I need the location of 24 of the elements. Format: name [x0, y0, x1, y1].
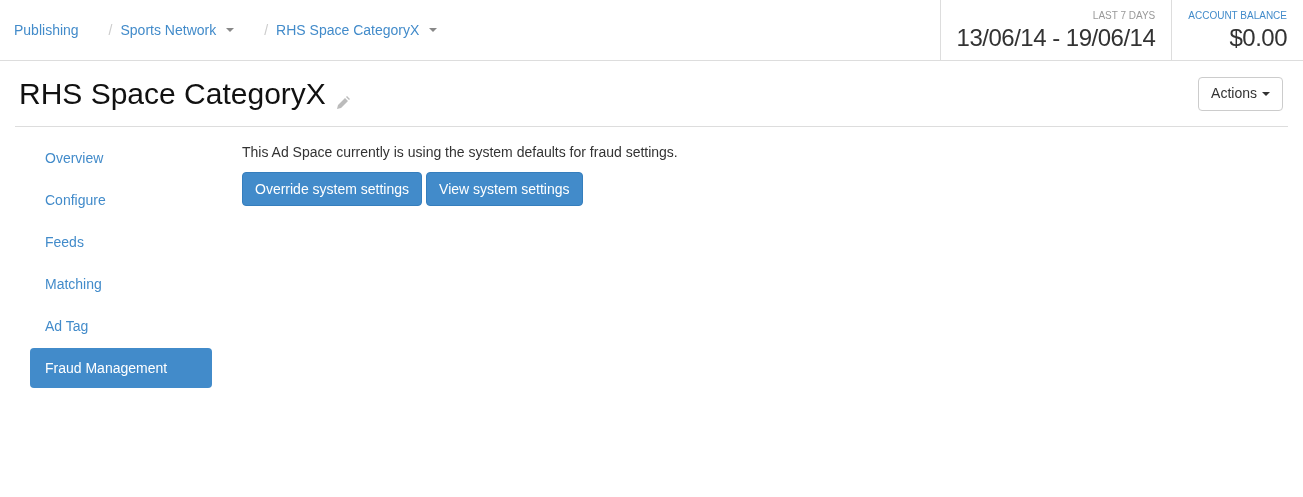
settings-button[interactable]: Override system settings [242, 172, 423, 206]
stat-label: LAST 7 DAYS [1092, 8, 1156, 23]
sidebar-item[interactable]: Configure [30, 180, 212, 220]
caret-icon [429, 28, 438, 32]
sidebar-item[interactable]: Matching [30, 264, 212, 304]
breadcrumb-separator: / [264, 20, 269, 40]
sidebar-item[interactable]: Ad Tag [30, 306, 212, 346]
stat-label: ACCOUNT BALANCE [1188, 8, 1287, 23]
sidebar-item[interactable]: Overview [30, 138, 212, 178]
breadcrumb-link[interactable]: Publishing [14, 19, 79, 41]
breadcrumb-link[interactable]: RHS Space CategoryX [276, 19, 438, 41]
caret-icon [1262, 91, 1270, 96]
page-title: RHS Space CategoryX [19, 76, 326, 112]
breadcrumb-separator: / [108, 20, 113, 40]
sidebar-item[interactable]: Fraud Management [30, 348, 212, 388]
sidebar-item[interactable]: Feeds [30, 222, 212, 262]
stat-value: $0.00 [1229, 22, 1287, 53]
caret-icon [226, 28, 235, 32]
info-text: This Ad Space currently is using the system defaults for fraud settings. [242, 143, 678, 162]
breadcrumb-link[interactable]: Sports Network [120, 19, 235, 41]
settings-button[interactable]: View system settings [426, 172, 583, 206]
stat-value: 13/06/14 - 19/06/14 [956, 22, 1156, 53]
actions-button[interactable]: Actions [1198, 76, 1283, 111]
pencil-icon[interactable] [335, 96, 350, 110]
